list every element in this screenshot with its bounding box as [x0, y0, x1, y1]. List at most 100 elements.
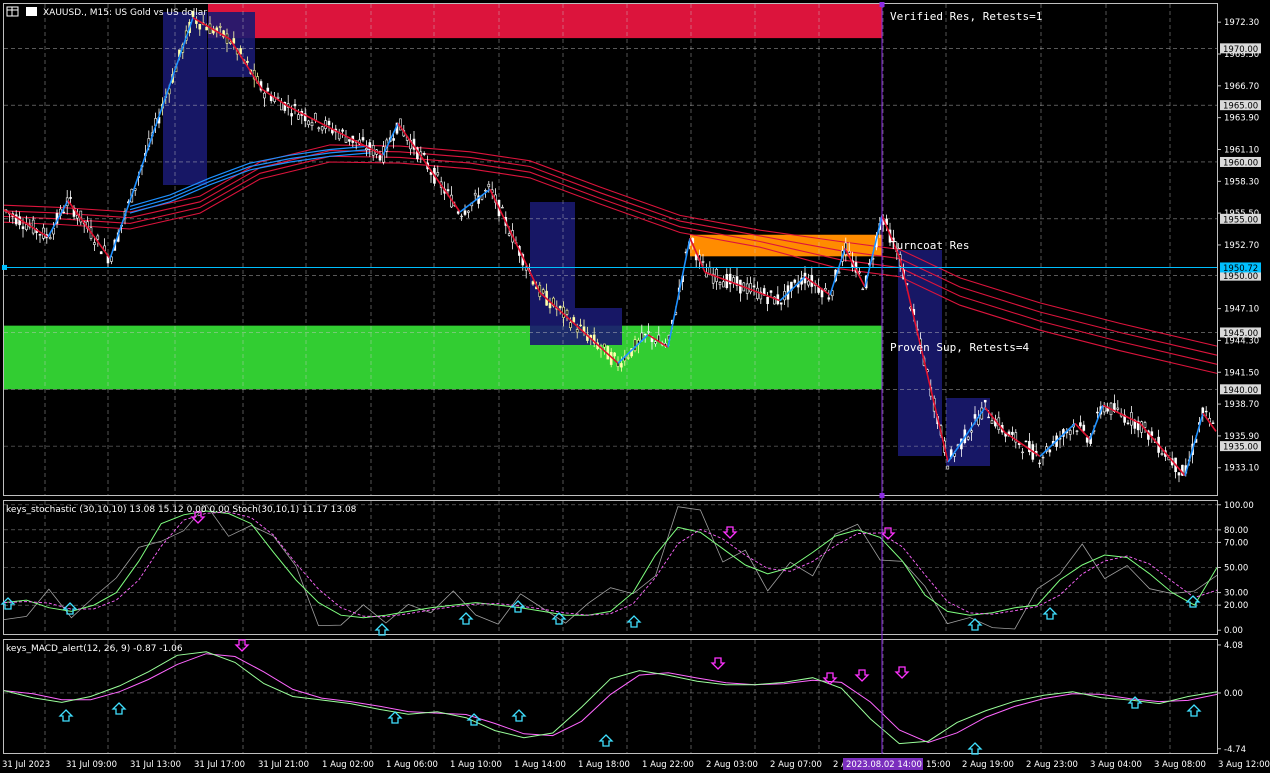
time-tick-label: 2 Aug 19:00 [962, 760, 1014, 770]
candle-body [732, 277, 735, 283]
candle-body [1211, 422, 1215, 424]
level-box-label: 1945.00 [1223, 329, 1258, 339]
candle-body [467, 210, 470, 213]
candle-body [1116, 407, 1120, 410]
time-tick-label: 31 Jul 21:00 [258, 760, 309, 770]
candle-body [205, 26, 208, 31]
stoch-tick-label: 80.00 [1224, 526, 1248, 536]
candle-body [93, 242, 96, 245]
time-tick-label: 3 Aug 08:00 [1154, 760, 1206, 770]
price-tick-label: 1963.90 [1224, 114, 1259, 124]
candle-body [341, 129, 344, 132]
candle-body [633, 339, 637, 351]
candle-body [793, 279, 797, 283]
time-tick-label: 2 Aug 07:00 [770, 760, 822, 770]
price-tick-label: 1938.70 [1224, 400, 1259, 410]
price-tick-label: 1947.10 [1224, 305, 1259, 315]
candle-body [1085, 437, 1089, 443]
candle-body [779, 302, 783, 305]
candle-body [1041, 456, 1045, 459]
price-axis: 1972.301969.501966.701963.901961.101958.… [1217, 18, 1261, 474]
candle-body [232, 38, 236, 44]
level-box-label: 1935.00 [1223, 443, 1258, 453]
candle-body [966, 436, 970, 440]
candle-body [320, 126, 324, 131]
price-tick-label: 1935.90 [1224, 432, 1259, 442]
candle-body [569, 322, 572, 329]
price-tick-label: 1933.10 [1224, 464, 1259, 474]
time-tick-label: 31 Jul 09:00 [66, 760, 117, 770]
candle-body [48, 237, 52, 240]
candle-body [378, 155, 382, 161]
candle-body [1021, 451, 1024, 454]
candle-body [239, 48, 242, 55]
level-box-label: 1970.00 [1223, 45, 1258, 55]
candle-body [266, 87, 270, 92]
price-tick-label: 1972.30 [1224, 18, 1259, 28]
candle-body [824, 288, 827, 291]
level-box-label: 1940.00 [1223, 386, 1258, 396]
candle-body [827, 297, 831, 300]
candle-body [1102, 406, 1106, 413]
candle-body [807, 280, 810, 286]
candle-body [96, 235, 100, 240]
level-box-label: 1955.00 [1223, 215, 1258, 225]
candle-body [861, 288, 865, 291]
stoch-tick-label: 50.00 [1224, 564, 1248, 574]
chart-canvas[interactable]: Verified Res, Retests=1 Turncoat Res Pro… [0, 0, 1270, 773]
candle-body [487, 183, 491, 188]
candle-body [456, 211, 460, 214]
candle-body [344, 136, 348, 143]
crosshair-handle-top[interactable] [879, 2, 885, 7]
candle-body [1126, 422, 1130, 425]
candle-body [1075, 430, 1079, 432]
candle-body [460, 215, 463, 218]
candle-body [572, 317, 576, 323]
candle-body [718, 282, 722, 286]
candle-body [436, 172, 440, 176]
candle-body [858, 271, 861, 274]
candle-body [654, 341, 657, 345]
candle-body [752, 285, 756, 288]
candle-body [246, 60, 249, 63]
candle-body [21, 226, 25, 229]
stoch-tick-label: 70.00 [1224, 538, 1248, 548]
price-line-handle-left[interactable] [2, 264, 7, 270]
candle-body [1143, 422, 1147, 428]
trade-panel-icon[interactable] [26, 7, 37, 16]
time-tick-label: 1 Aug 10:00 [450, 760, 502, 770]
time-tick-label: 15:00 [926, 760, 951, 770]
candle-body [626, 357, 630, 359]
level-box-label: 1965.00 [1223, 102, 1258, 112]
level-box-label: 1960.00 [1223, 158, 1258, 168]
candle-body [473, 192, 477, 196]
candle-body [1204, 410, 1208, 413]
candle-body [38, 234, 42, 236]
price-tick-label: 1961.10 [1224, 145, 1259, 155]
time-tick-label: 1 Aug 06:00 [386, 760, 438, 770]
candle-body [1096, 411, 1099, 414]
candle-body [62, 211, 66, 214]
candle-body [613, 352, 616, 357]
candle-body [198, 24, 202, 30]
macd-panel-label: keys_MACD_alert(12, 26, 9) -0.87 -1.06 [6, 644, 183, 654]
candle-body [297, 114, 300, 120]
current-price-label: 1950.72 [1223, 264, 1258, 274]
price-tick-label: 1966.70 [1224, 82, 1259, 92]
candle-body [1160, 453, 1164, 455]
time-tick-label: 1 Aug 02:00 [322, 760, 374, 770]
candle-body [990, 420, 994, 424]
candle-body [317, 127, 321, 130]
candle-body [722, 281, 725, 288]
candle-body [1079, 422, 1082, 427]
price-tick-label: 1952.70 [1224, 241, 1259, 251]
crosshair-handle-bottom[interactable] [879, 493, 885, 498]
session-box [575, 308, 622, 345]
macd-tick-label: 4.08 [1224, 641, 1243, 651]
candle-body [422, 153, 426, 155]
candle-body [531, 281, 535, 285]
candle-body [463, 210, 467, 215]
candle-body [290, 113, 293, 117]
candle-body [987, 416, 990, 419]
stoch-panel-label: keys_stochastic (30,10,10) 13.08 15.12 0… [6, 505, 357, 515]
